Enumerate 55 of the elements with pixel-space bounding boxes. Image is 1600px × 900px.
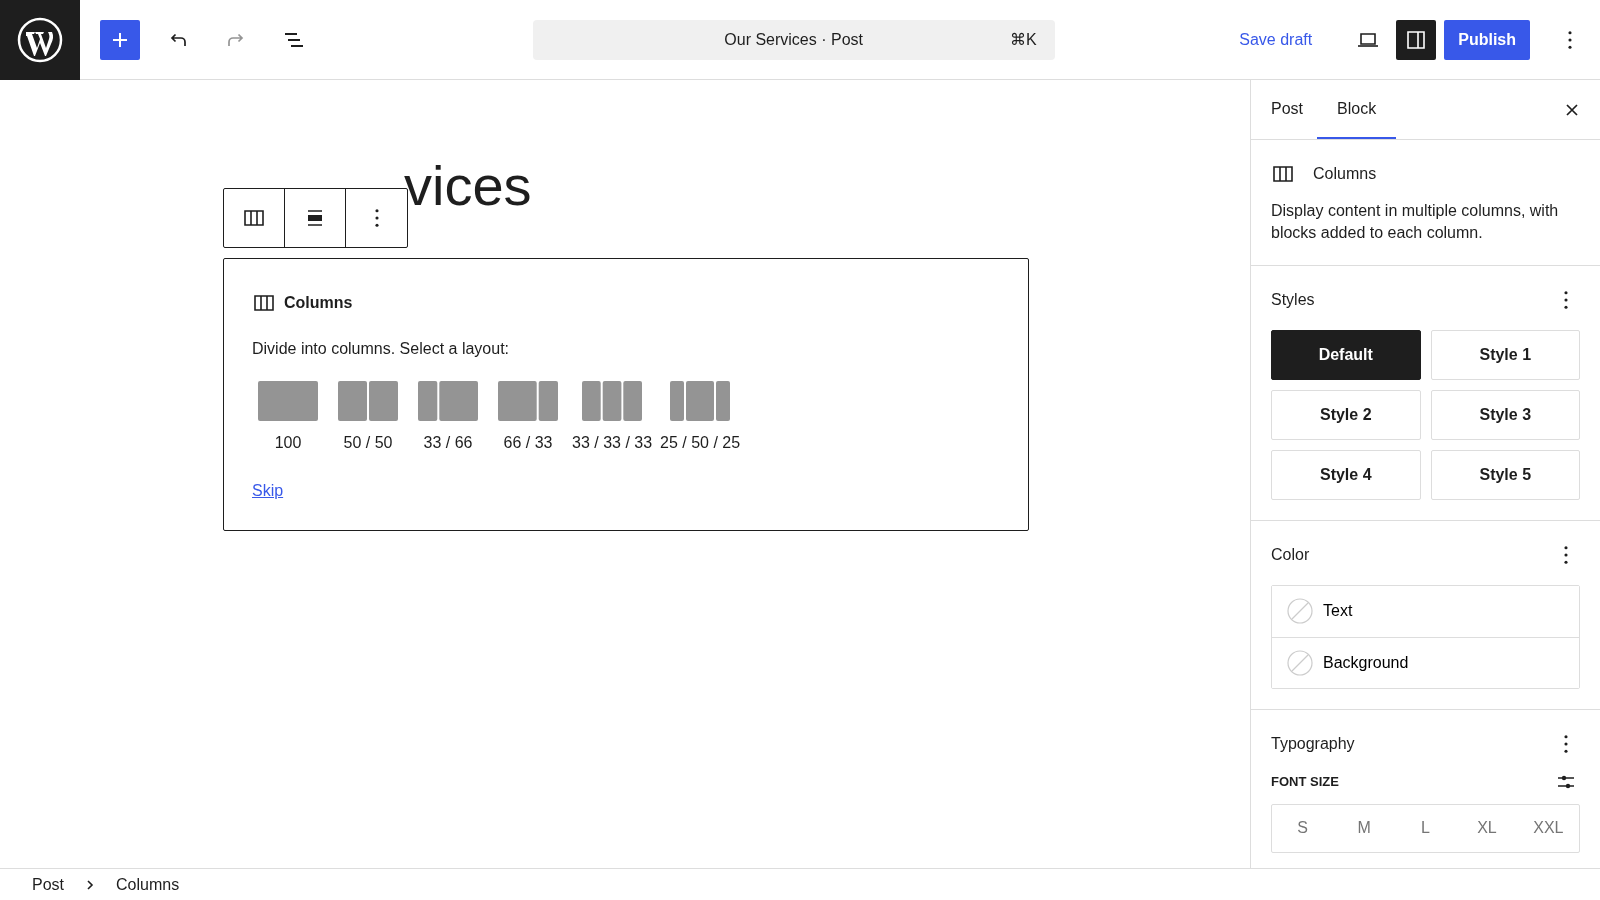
shortcut-hint: ⌘K [1009, 29, 1037, 50]
font-size-option[interactable]: M [1333, 804, 1395, 852]
columns-layout-icon [338, 381, 398, 421]
skip-link[interactable]: Skip [252, 479, 284, 503]
layout-option[interactable]: 33 / 33 / 33 [572, 381, 653, 455]
kebab-icon [1564, 290, 1568, 309]
style-option[interactable]: Style 3 [1430, 389, 1580, 440]
command-bar[interactable]: Our Services · Post ⌘K [532, 19, 1055, 60]
columns-layout-icon [258, 381, 318, 421]
font-size-option[interactable]: L [1394, 804, 1457, 852]
publish-button[interactable]: Publish [1444, 19, 1530, 60]
columns-layout-icon [498, 381, 558, 421]
style-option[interactable]: Default [1271, 329, 1421, 380]
layout-option[interactable]: 100 [252, 381, 324, 455]
chevron-right-icon [84, 878, 96, 891]
block-description: Display content in multiple columns, with blocks added to each column. [1271, 201, 1560, 244]
kebab-icon [1564, 734, 1568, 753]
style-option[interactable]: Style 1 [1430, 329, 1580, 380]
no-color-swatch-icon [1287, 649, 1313, 676]
breadcrumb-item[interactable]: Post [24, 872, 72, 897]
settings-sidebar-toggle[interactable] [1396, 19, 1437, 60]
kebab-icon [1564, 545, 1568, 564]
no-color-swatch-icon [1287, 598, 1313, 625]
logo-button[interactable] [0, 0, 80, 80]
columns-layout-icon [582, 381, 643, 421]
document-title: Our Services · Post [724, 29, 863, 50]
style-option[interactable]: Style 2 [1271, 389, 1421, 440]
style-option[interactable]: Style 4 [1271, 449, 1421, 500]
layout-option[interactable]: 50 / 50 [332, 381, 404, 455]
style-option[interactable]: Style 5 [1430, 449, 1580, 500]
panel-title: Typography [1271, 733, 1355, 754]
sidebar-tab[interactable]: Block [1317, 80, 1397, 139]
layout-option[interactable]: 25 / 50 / 25 [660, 381, 741, 455]
block-name: Columns [1313, 164, 1377, 184]
block-label: Columns [284, 293, 353, 313]
instructions-text: Divide into columns. Select a layout: [252, 339, 510, 359]
post-title[interactable]: vices [404, 158, 532, 214]
kebab-icon [1568, 30, 1572, 49]
panel-title: Styles [1271, 289, 1315, 310]
breadcrumb-item[interactable]: Columns [108, 872, 188, 897]
layout-option[interactable]: 66 / 33 [492, 381, 564, 455]
kebab-icon [374, 209, 379, 227]
columns-layout-icon [670, 381, 731, 421]
layout-option[interactable]: 33 / 66 [412, 381, 484, 455]
font-size-label: FONT SIZE [1271, 773, 1339, 792]
wordpress-logo-icon [17, 16, 63, 63]
columns-layout-icon [418, 381, 478, 421]
font-size-option[interactable]: XXL [1517, 804, 1580, 852]
save-draft-button[interactable]: Save draft [1233, 27, 1319, 52]
font-size-option[interactable]: S [1272, 804, 1334, 852]
panel-title: Color [1271, 544, 1310, 565]
color-setting[interactable]: Background [1272, 636, 1579, 688]
add-block-button[interactable] [100, 19, 140, 60]
sidebar-tab[interactable]: Post [1257, 80, 1317, 139]
font-size-option[interactable]: XL [1456, 804, 1518, 852]
